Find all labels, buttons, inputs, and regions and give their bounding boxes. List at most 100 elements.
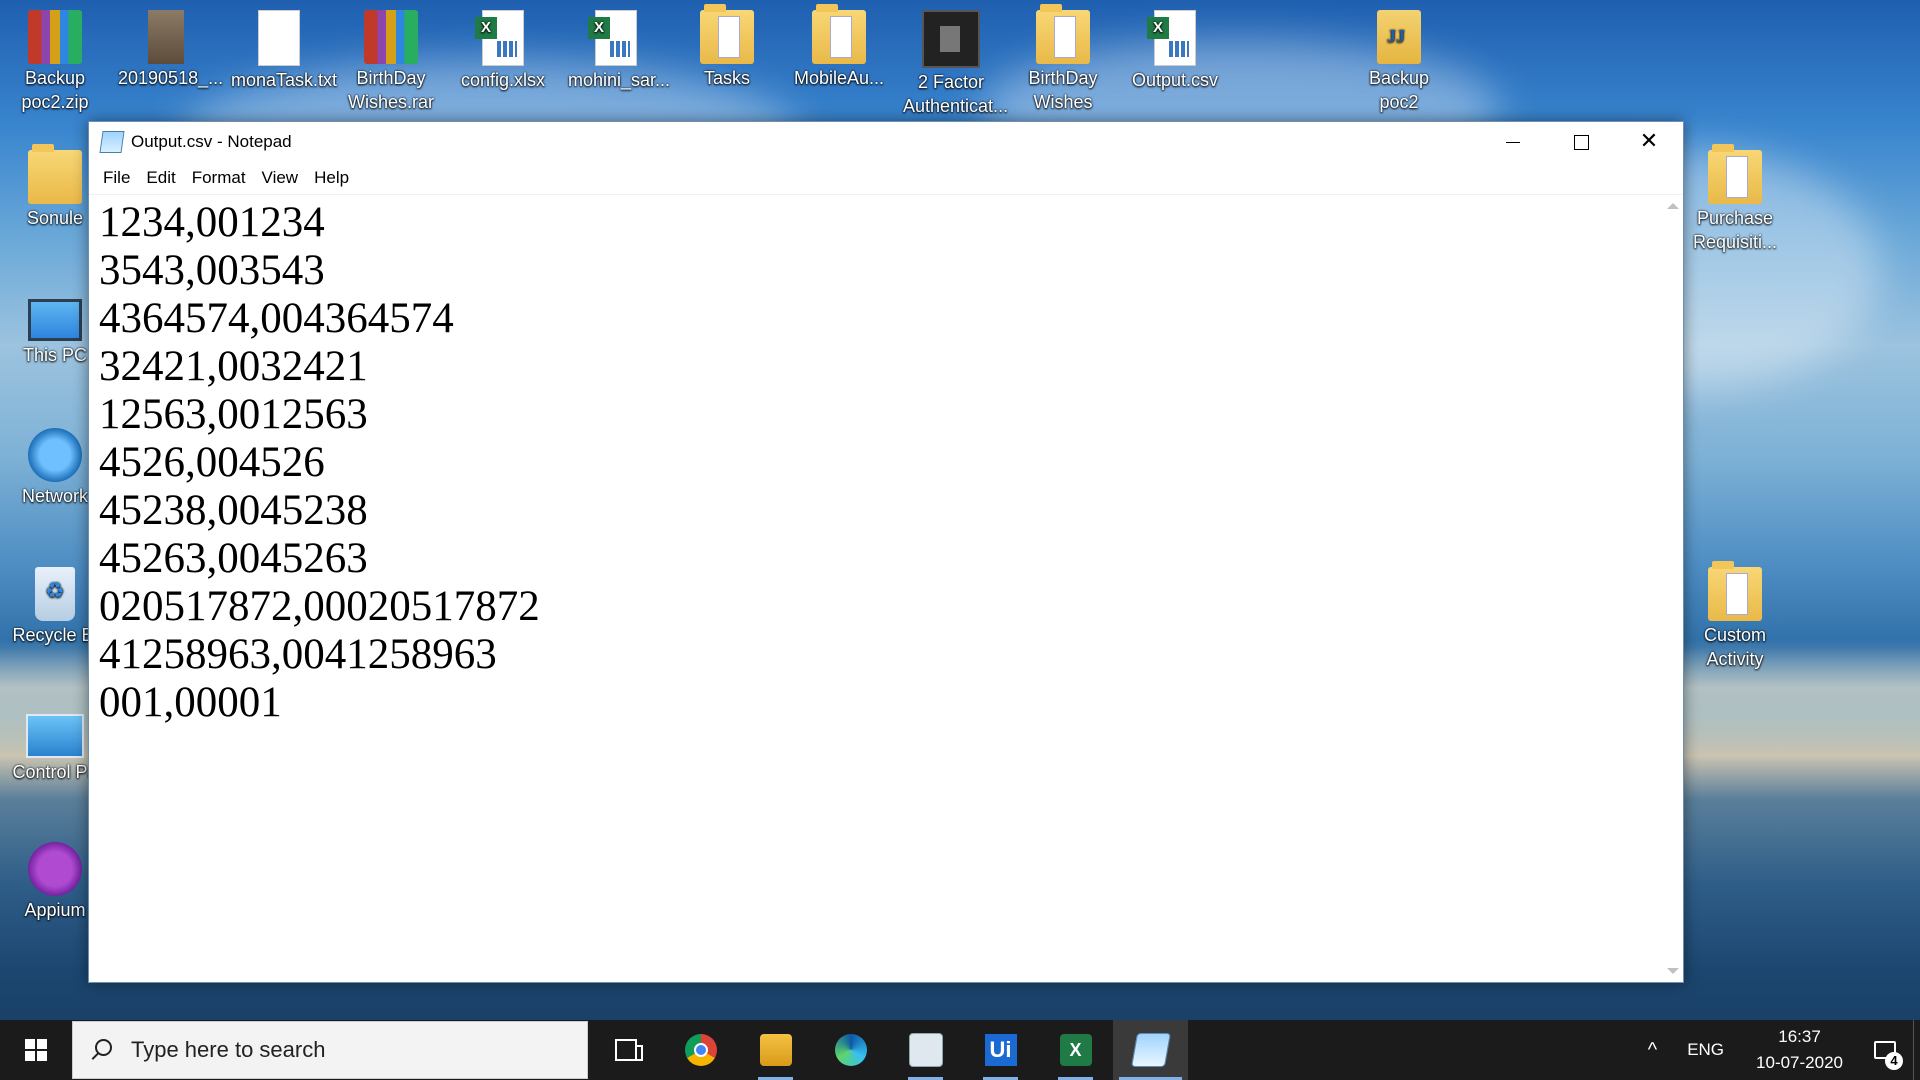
taskbar-notepad[interactable] <box>1113 1020 1188 1080</box>
text-editor[interactable]: 1234,001234 3543,003543 4364574,00436457… <box>89 195 1663 982</box>
taskbar: Type here to search Ui X ^ ENG 16:37 10-… <box>0 1020 1920 1080</box>
folder-icon <box>1708 561 1762 621</box>
desktop-icon-backup-poc2-zip[interactable]: Backup poc2.zip <box>7 10 103 114</box>
desktop-icon-label: BirthDay Wishes.rar <box>347 68 434 112</box>
system-tray: ^ ENG 16:37 10-07-2020 4 <box>1636 1020 1920 1080</box>
maximize-button[interactable] <box>1547 122 1615 162</box>
desktop-icon-tasks[interactable]: Tasks <box>679 4 775 90</box>
desktop-icon-label: MobileAu... <box>793 68 885 88</box>
text-line: 1234,001234 <box>99 199 325 246</box>
window-title: Output.csv - Notepad <box>131 132 292 151</box>
text-line: 4526,004526 <box>99 439 325 486</box>
desktop-icon-mobileau[interactable]: MobileAu... <box>791 4 887 90</box>
excel-icon: X <box>1059 1034 1092 1066</box>
window-icon <box>908 1033 943 1067</box>
notepad-window: Output.csv - Notepad ✕ File Edit Format … <box>88 121 1684 983</box>
desktop-icon-config-xlsx[interactable]: config.xlsx <box>455 10 551 92</box>
search-icon <box>91 1039 113 1061</box>
desktop-icon-label: 20190518_... <box>118 68 224 88</box>
text-line: 41258963,0041258963 <box>99 631 497 678</box>
close-icon: ✕ <box>1639 129 1659 154</box>
minimize-icon <box>1506 141 1520 143</box>
menu-view[interactable]: View <box>254 164 307 192</box>
winrar-archive-icon <box>364 10 418 64</box>
scroll-up-icon[interactable] <box>1667 203 1679 209</box>
desktop-icon-label: monaTask.txt <box>231 70 338 90</box>
desktop-icon-photo[interactable]: 20190518_... <box>118 10 224 90</box>
clock-time: 16:37 <box>1778 1027 1821 1046</box>
text-line: 45263,0045263 <box>99 535 368 582</box>
clock[interactable]: 16:37 10-07-2020 <box>1742 1024 1857 1076</box>
notepad-icon <box>1130 1033 1171 1067</box>
desktop-icon-backup-poc2[interactable]: Backup poc2 <box>1349 10 1449 114</box>
search-placeholder: Type here to search <box>131 1037 326 1062</box>
chrome-icon <box>684 1034 717 1066</box>
this-pc-icon <box>28 299 82 341</box>
jar-file-icon <box>1377 10 1421 64</box>
desktop-icon-purchase-requisition[interactable]: Purchase Requisiti... <box>1685 144 1785 254</box>
taskbar-chrome[interactable] <box>663 1020 738 1080</box>
desktop-icon-label: Output.csv <box>1131 70 1219 90</box>
excel-file-icon <box>588 10 637 66</box>
edge-icon <box>834 1034 867 1066</box>
desktop-icon-label: Tasks <box>703 68 750 88</box>
notepad-icon <box>99 131 125 153</box>
menu-format[interactable]: Format <box>184 164 254 192</box>
vertical-scrollbar[interactable] <box>1663 195 1683 982</box>
taskbar-edge[interactable] <box>813 1020 888 1080</box>
desktop-icon-label: BirthDay Wishes <box>1028 68 1098 112</box>
file-explorer-icon <box>759 1034 792 1066</box>
close-button[interactable]: ✕ <box>1615 122 1683 162</box>
control-panel-icon <box>26 714 84 758</box>
scroll-down-icon[interactable] <box>1667 968 1679 974</box>
folder-icon <box>812 4 866 64</box>
show-hidden-icons-button[interactable]: ^ <box>1636 1039 1669 1062</box>
text-line: 12563,0012563 <box>99 391 368 438</box>
uipath-icon: Ui <box>984 1034 1017 1066</box>
photo-icon <box>148 10 184 64</box>
notification-count-badge: 4 <box>1885 1052 1903 1070</box>
recycle-bin-icon <box>35 567 75 621</box>
video-file-icon <box>922 10 980 68</box>
desktop-icon-mohini[interactable]: mohini_sar... <box>568 10 671 92</box>
taskbar-file-explorer[interactable] <box>738 1020 813 1080</box>
desktop-icon-birthday-folder[interactable]: BirthDay Wishes <box>1015 4 1111 114</box>
desktop-icon-monatask[interactable]: monaTask.txt <box>231 10 338 92</box>
action-center-button[interactable]: 4 <box>1857 1020 1913 1080</box>
clock-date: 10-07-2020 <box>1756 1053 1843 1072</box>
desktop-icon-label: mohini_sar... <box>568 70 671 90</box>
desktop-icon-output-csv[interactable]: Output.csv <box>1127 10 1223 92</box>
show-desktop-button[interactable] <box>1913 1020 1920 1080</box>
maximize-icon <box>1573 134 1589 150</box>
menu-edit[interactable]: Edit <box>138 164 183 192</box>
desktop-icon-label: Backup poc2 <box>1368 68 1430 112</box>
search-box[interactable]: Type here to search <box>72 1021 588 1079</box>
taskbar-excel[interactable]: X <box>1038 1020 1113 1080</box>
menu-file[interactable]: File <box>95 164 138 192</box>
user-folder-icon <box>28 144 82 204</box>
minimize-button[interactable] <box>1479 122 1547 162</box>
desktop-icon-birthday-rar[interactable]: BirthDay Wishes.rar <box>343 10 439 114</box>
menu-bar: File Edit Format View Help <box>89 162 1683 195</box>
desktop-icon-label: config.xlsx <box>460 70 546 90</box>
start-button[interactable] <box>0 1020 72 1080</box>
excel-file-icon <box>475 10 524 66</box>
title-bar[interactable]: Output.csv - Notepad ✕ <box>89 122 1683 162</box>
language-indicator[interactable]: ENG <box>1669 1040 1742 1060</box>
desktop-icon-label: Custom Activity <box>1703 625 1766 669</box>
text-file-icon <box>258 10 300 66</box>
text-line: 32421,0032421 <box>99 343 368 390</box>
task-view-button[interactable] <box>588 1020 663 1080</box>
text-line: 3543,003543 <box>99 247 325 294</box>
folder-icon <box>1036 4 1090 64</box>
taskbar-uipath[interactable]: Ui <box>963 1020 1038 1080</box>
appium-icon <box>28 842 82 896</box>
taskbar-window[interactable] <box>888 1020 963 1080</box>
excel-csv-icon <box>1147 10 1196 66</box>
desktop-icon-2factor[interactable]: 2 Factor Authenticat... <box>903 10 1008 118</box>
winrar-archive-icon <box>28 10 82 64</box>
menu-help[interactable]: Help <box>306 164 357 192</box>
desktop-icon-label: Backup poc2.zip <box>21 68 89 112</box>
desktop-icon-custom-activity[interactable]: Custom Activity <box>1685 561 1785 671</box>
text-line: 4364574,004364574 <box>99 295 454 342</box>
